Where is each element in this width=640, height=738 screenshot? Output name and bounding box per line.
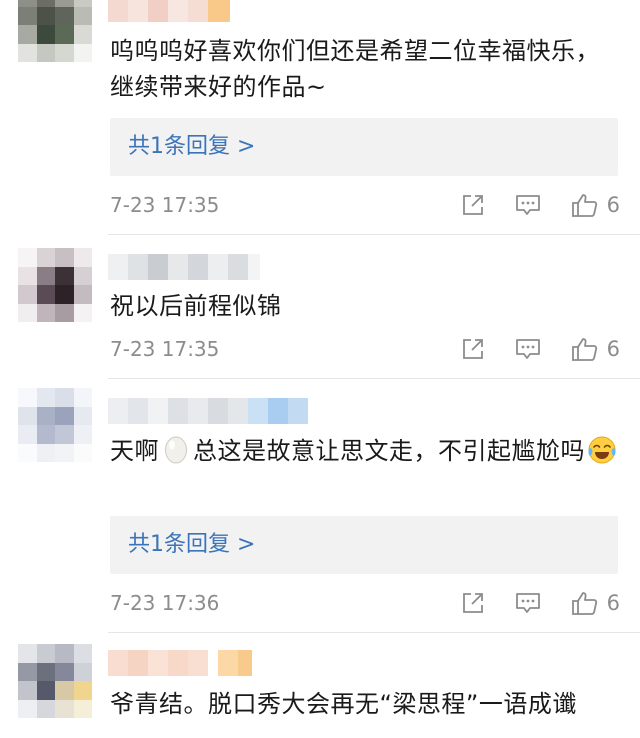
- thumbs-up-icon: [571, 338, 597, 361]
- comment-icon: [515, 339, 540, 359]
- comment-icon: [515, 195, 540, 215]
- share-icon: [462, 593, 483, 613]
- reply-box: 共1条回复 >: [110, 118, 618, 176]
- share-icon: [462, 339, 483, 359]
- view-replies-link[interactable]: 共1条回复 >: [128, 118, 255, 176]
- comment-text-part: 天啊: [110, 437, 159, 465]
- comment-meta: 7-23 17:35 6: [110, 190, 620, 220]
- comment-button[interactable]: [515, 591, 541, 615]
- avatar[interactable]: [18, 644, 92, 718]
- timestamp: 7-23 17:35: [110, 337, 220, 361]
- username-blurred[interactable]: [108, 650, 252, 676]
- thumbs-up-icon: [571, 592, 597, 615]
- like-count: 6: [606, 591, 620, 615]
- username-blurred[interactable]: [108, 0, 230, 22]
- comment-button[interactable]: [515, 193, 541, 217]
- reply-box: 共1条回复 >: [110, 516, 618, 574]
- like-count: 6: [606, 337, 620, 361]
- like-count: 6: [606, 193, 620, 217]
- comment-meta: 7-23 17:36 6: [110, 588, 620, 618]
- action-bar: 6: [431, 190, 620, 220]
- comment-icon: [515, 593, 540, 613]
- share-button[interactable]: [461, 337, 485, 361]
- divider: [108, 632, 640, 633]
- crying-laughing-emoji: [588, 436, 616, 464]
- view-replies-link[interactable]: 共1条回复 >: [128, 516, 255, 574]
- comment-text: 呜呜呜好喜欢你们但还是希望二位幸福快乐，继续带来好的作品~: [110, 37, 600, 101]
- action-bar: 6: [431, 588, 620, 618]
- username-blurred[interactable]: [108, 398, 308, 424]
- action-bar: 6: [431, 334, 620, 364]
- comment-button[interactable]: [515, 337, 541, 361]
- divider: [108, 378, 640, 379]
- divider: [108, 234, 640, 235]
- avatar[interactable]: [18, 0, 92, 62]
- comment-text: 祝以后前程似锦: [110, 292, 282, 320]
- avatar[interactable]: [18, 248, 92, 322]
- like-button[interactable]: 6: [571, 334, 620, 364]
- comment-text: 天啊 总这是故意让思文走，不引起尴尬吗: [110, 433, 620, 469]
- comment-text-part: 总这是故意让思文走，不引起尴尬吗: [193, 437, 585, 465]
- like-button[interactable]: 6: [571, 190, 620, 220]
- timestamp: 7-23 17:35: [110, 193, 220, 217]
- share-button[interactable]: [461, 591, 485, 615]
- like-button[interactable]: 6: [571, 588, 620, 618]
- egg-emoji: [165, 436, 187, 464]
- avatar[interactable]: [18, 388, 92, 462]
- timestamp: 7-23 17:36: [110, 591, 220, 615]
- thumbs-up-icon: [571, 194, 597, 217]
- comment-meta: 7-23 17:35 6: [110, 334, 620, 364]
- share-icon: [462, 195, 483, 215]
- username-blurred[interactable]: [108, 254, 260, 280]
- share-button[interactable]: [461, 193, 485, 217]
- comment-text: 爷青结。脱口秀大会再无“梁思程”一语成谶: [110, 690, 577, 718]
